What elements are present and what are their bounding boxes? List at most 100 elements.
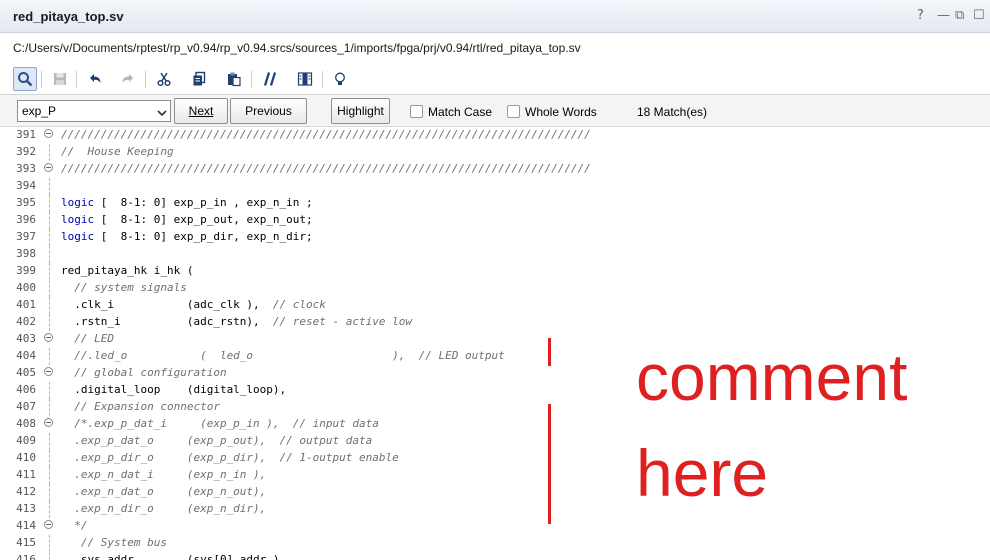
redo-icon[interactable]: [116, 67, 140, 91]
line-number: 416: [16, 553, 36, 560]
search-icon[interactable]: [13, 67, 37, 91]
code-text: .exp_n_dat_i (exp_n_in ),: [61, 468, 267, 481]
fold-guide: [49, 144, 50, 161]
line-number: 412: [16, 485, 36, 498]
save-icon[interactable]: [48, 67, 72, 91]
line-number: 392: [16, 145, 36, 158]
annotation-bracket-top: [548, 338, 551, 366]
annotation-bracket-bottom: [548, 404, 551, 524]
bulb-icon[interactable]: [328, 67, 352, 91]
code-line[interactable]: 397 logic [ 8-1: 0] exp_p_dir, exp_n_dir;: [0, 229, 990, 246]
line-number: 415: [16, 536, 36, 549]
code-line[interactable]: 400 // system signals: [0, 280, 990, 297]
fold-guide: [49, 195, 50, 212]
code-line[interactable]: 391 /////////////////////////////////////…: [0, 127, 990, 144]
line-number: 399: [16, 264, 36, 277]
code-line[interactable]: 399 red_pitaya_hk i_hk (: [0, 263, 990, 280]
code-text: /*.exp_p_dat_i (exp_p_in ), // input dat…: [61, 417, 379, 430]
line-number: 394: [16, 179, 36, 192]
code-text: // Expansion connector: [61, 400, 220, 413]
paste-icon[interactable]: [222, 67, 246, 91]
code-line[interactable]: 408 /*.exp_p_dat_i (exp_p_in ), // input…: [0, 416, 990, 433]
line-number: 414: [16, 519, 36, 532]
line-number: 408: [16, 417, 36, 430]
fold-guide: [49, 314, 50, 331]
line-number: 411: [16, 468, 36, 481]
code-line[interactable]: 416 .sys_addr (sys[0].addr ),: [0, 552, 990, 560]
title-bar: red_pitaya_top.sv ? — ⧉ ☐: [0, 0, 990, 33]
fold-guide: [49, 450, 50, 467]
fold-guide: [49, 263, 50, 280]
comment-icon[interactable]: [258, 67, 282, 91]
code-text: .exp_p_dir_o (exp_p_dir), // 1-output en…: [61, 451, 399, 464]
code-line[interactable]: 396 logic [ 8-1: 0] exp_p_out, exp_n_out;: [0, 212, 990, 229]
toolbar-separator: [145, 71, 146, 88]
code-line[interactable]: 415 // System bus: [0, 535, 990, 552]
code-text: .exp_n_dat_o (exp_n_out),: [61, 485, 267, 498]
fold-toggle-icon[interactable]: [44, 520, 53, 529]
whole-words-checkbox[interactable]: [507, 105, 520, 118]
chevron-down-icon[interactable]: [157, 105, 167, 123]
code-line[interactable]: 393 /////////////////////////////////////…: [0, 161, 990, 178]
fold-toggle-icon[interactable]: [44, 333, 53, 342]
code-text: ////////////////////////////////////////…: [61, 128, 591, 141]
code-text: // House Keeping: [61, 145, 174, 158]
minimize-icon[interactable]: —: [937, 8, 950, 23]
code-line[interactable]: 394: [0, 178, 990, 195]
code-line[interactable]: 401 .clk_i (adc_clk ), // clock: [0, 297, 990, 314]
help-icon[interactable]: ?: [917, 8, 924, 23]
code-text: */: [61, 519, 88, 532]
match-case-checkbox[interactable]: [410, 105, 423, 118]
fold-toggle-icon[interactable]: [44, 418, 53, 427]
restore-icon[interactable]: ⧉: [955, 8, 964, 23]
line-number: 398: [16, 247, 36, 260]
search-query-combo[interactable]: exp_P: [17, 100, 171, 122]
code-line[interactable]: 411 .exp_n_dat_i (exp_n_in ),: [0, 467, 990, 484]
highlight-button[interactable]: Highlight: [331, 98, 390, 124]
find-bar: exp_P Next Previous Highlight Match Case…: [0, 94, 990, 127]
line-number: 401: [16, 298, 36, 311]
window-title: red_pitaya_top.sv: [13, 9, 124, 24]
next-button[interactable]: Next: [174, 98, 228, 124]
search-query-value: exp_P: [22, 104, 57, 118]
code-text: .sys_addr (sys[0].addr ),: [61, 553, 287, 560]
line-number: 402: [16, 315, 36, 328]
line-number: 410: [16, 451, 36, 464]
code-text: logic [ 8-1: 0] exp_p_dir, exp_n_dir;: [61, 230, 313, 243]
code-line[interactable]: 410 .exp_p_dir_o (exp_p_dir), // 1-outpu…: [0, 450, 990, 467]
code-text: //.led_o ( led_o ), // LED output: [61, 349, 505, 362]
fold-guide: [49, 467, 50, 484]
undo-icon[interactable]: [83, 67, 107, 91]
line-number: 409: [16, 434, 36, 447]
next-button-label: Next: [188, 104, 214, 118]
toolbar-separator: [251, 71, 252, 88]
cut-icon[interactable]: [152, 67, 176, 91]
code-text: // System bus: [61, 536, 167, 549]
fold-toggle-icon[interactable]: [44, 163, 53, 172]
line-number: 400: [16, 281, 36, 294]
fold-guide: [49, 535, 50, 552]
line-number: 397: [16, 230, 36, 243]
code-line[interactable]: 409 .exp_p_dat_o (exp_p_out), // output …: [0, 433, 990, 450]
code-line[interactable]: 412 .exp_n_dat_o (exp_n_out),: [0, 484, 990, 501]
code-line[interactable]: 392 // House Keeping: [0, 144, 990, 161]
fold-guide: [49, 348, 50, 365]
code-line[interactable]: 413 .exp_n_dir_o (exp_n_dir),: [0, 501, 990, 518]
match-case-label: Match Case: [428, 105, 493, 119]
file-path: C:/Users/v/Documents/rptest/rp_v0.94/rp_…: [13, 41, 581, 55]
column-icon[interactable]: [293, 67, 317, 91]
annotation-text-line1: comment: [636, 340, 908, 414]
fold-toggle-icon[interactable]: [44, 129, 53, 138]
fold-toggle-icon[interactable]: [44, 367, 53, 376]
code-line[interactable]: 414 */: [0, 518, 990, 535]
code-line[interactable]: 398: [0, 246, 990, 263]
previous-button[interactable]: Previous: [230, 98, 307, 124]
fold-guide: [49, 552, 50, 560]
line-number: 413: [16, 502, 36, 515]
file-path-bar: C:/Users/v/Documents/rptest/rp_v0.94/rp_…: [0, 33, 990, 63]
code-line[interactable]: 395 logic [ 8-1: 0] exp_p_in , exp_n_in ;: [0, 195, 990, 212]
maximize-icon[interactable]: ☐: [973, 8, 985, 23]
fold-guide: [49, 229, 50, 246]
copy-icon[interactable]: [187, 67, 211, 91]
code-line[interactable]: 402 .rstn_i (adc_rstn), // reset - activ…: [0, 314, 990, 331]
